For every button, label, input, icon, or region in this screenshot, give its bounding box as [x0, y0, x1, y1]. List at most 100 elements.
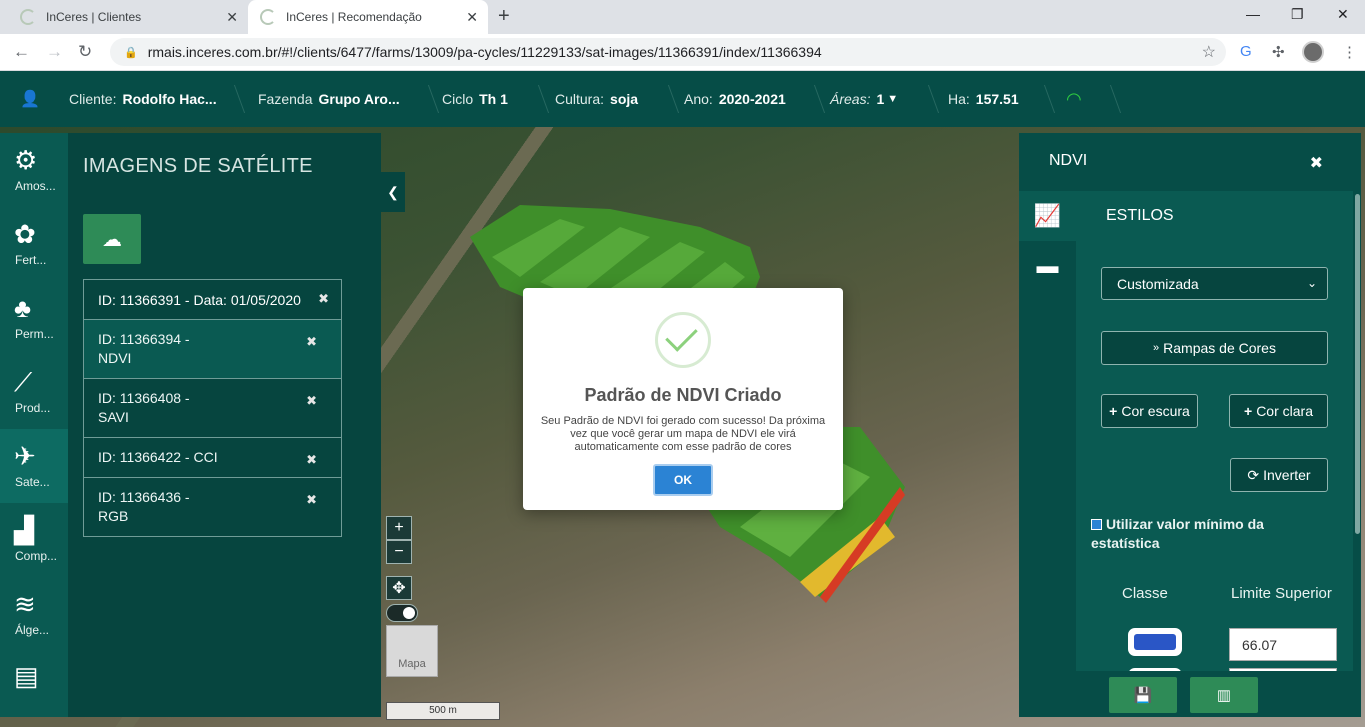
extensions-puzzle-icon[interactable]: ✣ [1272, 43, 1285, 61]
ok-button[interactable]: OK [653, 464, 713, 496]
basemap-label: Mapa [398, 658, 426, 670]
fazenda-value: Grupo Aro... [318, 91, 400, 107]
close-icon[interactable]: ✖ [1310, 153, 1323, 173]
header-separator [1096, 85, 1122, 113]
reload-icon[interactable]: ↻ [78, 42, 92, 62]
library-button[interactable]: ▥ [1190, 677, 1258, 713]
header-fazenda[interactable]: Fazenda Grupo Aro... [258, 71, 400, 127]
sidebar-item-label: Sate... [15, 475, 50, 489]
restore-icon[interactable]: ❐ [1291, 6, 1304, 23]
collapse-panel-button[interactable]: ❮ [381, 172, 405, 212]
tab-statistics[interactable]: 📈 [1019, 191, 1076, 241]
sidebar-item-label: Álge... [15, 623, 50, 637]
remove-icon[interactable]: ✖ [306, 332, 317, 351]
zoom-in-button[interactable]: + [386, 516, 412, 540]
wifi-status-icon: ◠ [1066, 88, 1082, 109]
satellite-images-panel: IMAGENS DE SATÉLITE ☁ ID: 11366391 - Dat… [68, 133, 381, 717]
ndvi-scrollbar-thumb[interactable] [1355, 194, 1360, 534]
browser-tab-clientes[interactable]: InCeres | Clientes ✕ [8, 0, 248, 34]
header-ciclo[interactable]: Ciclo Th 1 [442, 71, 508, 127]
ndvi-panel-title: NDVI [1049, 152, 1088, 169]
sidebar-item-permanentes[interactable]: ♣ Perm... [0, 281, 68, 355]
sidebar-item-amostragem[interactable]: ⚙ Amos... [0, 133, 68, 207]
sidebar-item-label: Fert... [15, 253, 47, 267]
tab-close-icon[interactable]: ✕ [466, 9, 478, 26]
style-select[interactable]: Customizada ⌄ [1101, 267, 1328, 300]
download-button[interactable]: ☁ [83, 214, 141, 264]
swatch-fill [1134, 634, 1176, 650]
window-close-icon[interactable]: ✕ [1337, 6, 1349, 23]
browser-menu-icon[interactable]: ⋮ [1342, 43, 1357, 61]
save-button[interactable]: 💾 [1109, 677, 1177, 713]
productivity-chart-icon: ⟋ [14, 367, 33, 397]
class-color-swatch[interactable] [1128, 628, 1182, 656]
remove-icon[interactable]: ✖ [306, 391, 317, 410]
color-ramps-label: Rampas de Cores [1163, 340, 1276, 356]
header-separator [414, 85, 440, 113]
new-tab-icon[interactable]: + [498, 5, 510, 28]
header-ano[interactable]: Ano: 2020-2021 [684, 71, 786, 127]
sidebar-item-satelite[interactable]: ✈ Sate... [0, 429, 68, 503]
min-value-checkbox[interactable]: Utilizar valor mínimo da estatística [1091, 515, 1311, 553]
ano-label: Ano: [684, 91, 713, 107]
plus-icon: + [1244, 403, 1253, 419]
list-item[interactable]: ID: 11366422 - CCI ✖ [83, 438, 342, 478]
tab-styles[interactable]: ▬ [1019, 241, 1076, 291]
sidebar-item-algebra[interactable]: ≋ Álge... [0, 577, 68, 651]
list-item[interactable]: ID: 11366394 - NDVI ✖ [83, 320, 342, 379]
color-ramps-button[interactable]: » Rampas de Cores [1101, 331, 1328, 365]
sidebar-item-relatorio[interactable]: ▤ [0, 651, 68, 725]
minimize-icon[interactable]: — [1246, 6, 1260, 22]
sidebar-item-compactacao[interactable]: ▟ Comp... [0, 503, 68, 577]
profile-avatar[interactable] [1302, 41, 1324, 63]
list-item[interactable]: ID: 11366408 - SAVI ✖ [83, 379, 342, 438]
header-cultura[interactable]: Cultura: soja [555, 71, 638, 127]
cliente-value: Rodolfo Hac... [122, 91, 217, 107]
basemap-switcher[interactable]: Mapa [386, 625, 438, 677]
upper-limit-input[interactable]: 66.07 [1229, 628, 1337, 661]
sidebar-item-produtividade[interactable]: ⟋ Prod... [0, 355, 68, 429]
layer-toggle[interactable] [386, 604, 418, 622]
list-item[interactable]: ID: 11366436 - RGB ✖ [83, 478, 342, 537]
sidebar-item-fertilidade[interactable]: ✿ Fert... [0, 207, 68, 281]
browser-tab-recomendacao[interactable]: InCeres | Recomendação ✕ [248, 0, 488, 34]
scale-label: 500 m [429, 705, 457, 716]
header-separator [1030, 85, 1056, 113]
areas-label: Áreas: [830, 91, 871, 107]
report-icon: ▤ [14, 661, 39, 691]
translate-extension-icon[interactable]: G [1240, 43, 1252, 60]
header-areas-dropdown[interactable]: Áreas: 1 ▼ [830, 71, 898, 127]
light-color-button[interactable]: + Cor clara [1229, 394, 1328, 428]
dark-color-label: Cor escura [1121, 403, 1190, 419]
remove-icon[interactable]: ✖ [306, 450, 317, 469]
areas-value: 1 [876, 91, 885, 107]
sidebar-item-label: Comp... [15, 549, 58, 563]
pan-button[interactable]: ✥ [386, 576, 412, 600]
tab-title: InCeres | Recomendação [286, 10, 422, 24]
image-id: ID: 11366422 - CCI [98, 449, 218, 465]
ano-value: 2020-2021 [718, 91, 786, 107]
header-cliente[interactable]: Cliente: Rodolfo Hac... [69, 71, 217, 127]
checkbox-label: Utilizar valor mínimo da estatística [1091, 516, 1264, 551]
address-bar[interactable]: 🔒 rmais.inceres.com.br/#!/clients/6477/f… [110, 38, 1226, 66]
remove-icon[interactable]: ✖ [306, 490, 317, 509]
cultura-label: Cultura: [555, 91, 605, 107]
zoom-out-button[interactable]: − [386, 540, 412, 564]
fertility-icon: ✿ [14, 219, 36, 249]
bookmark-star-icon[interactable]: ☆ [1202, 42, 1216, 62]
image-date-item[interactable]: ID: 11366391 - Data: 01/05/2020 ✖ [83, 279, 342, 320]
map-scale-bar: 500 m [386, 702, 500, 720]
back-icon[interactable]: ← [13, 42, 30, 62]
invert-button[interactable]: ⟳ Inverter [1230, 458, 1328, 492]
tab-close-icon[interactable]: ✕ [226, 9, 238, 26]
dark-color-button[interactable]: + Cor escura [1101, 394, 1198, 428]
image-type: SAVI [98, 409, 129, 425]
user-icon[interactable]: 👤 [20, 71, 40, 127]
forward-icon[interactable]: → [46, 42, 63, 62]
image-index-list: ID: 11366394 - NDVI ✖ ID: 11366408 - SAV… [83, 320, 342, 537]
plus-icon: + [1109, 403, 1118, 419]
checkbox-checked-icon[interactable] [1091, 519, 1102, 530]
image-id: ID: 11366436 - [98, 489, 190, 505]
panel-title: IMAGENS DE SATÉLITE [83, 155, 313, 177]
remove-icon[interactable]: ✖ [318, 291, 329, 307]
